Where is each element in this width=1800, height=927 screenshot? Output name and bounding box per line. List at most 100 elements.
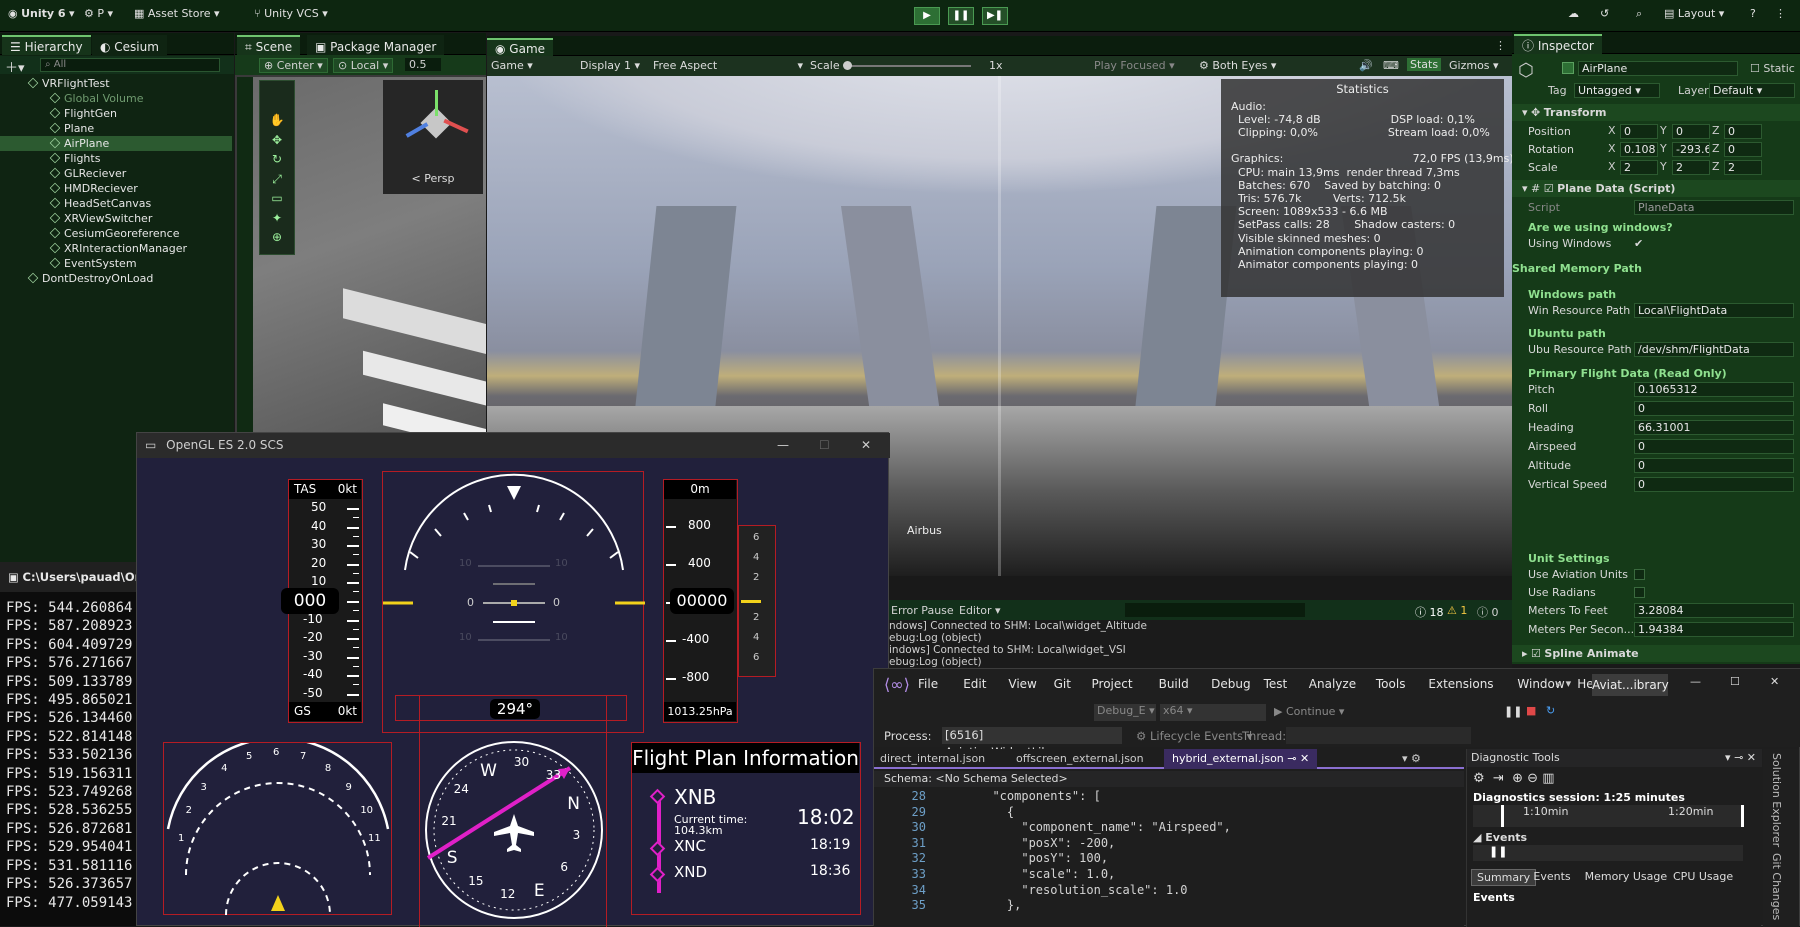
warn-count[interactable]: ⚠ 1 — [1447, 604, 1467, 617]
close-icon[interactable]: ✕ — [1770, 675, 1779, 688]
display-dropdown[interactable]: Display 1 ▾ — [580, 59, 640, 72]
pfd-field-value[interactable]: 0.1065312 — [1634, 382, 1794, 397]
hierarchy-item[interactable]: Global Volume — [0, 91, 232, 106]
hierarchy-item[interactable]: VRFlightTest — [0, 76, 232, 91]
close-icon[interactable]: ✕ — [861, 433, 871, 458]
mps-input[interactable]: 1.94384 — [1634, 622, 1794, 637]
hierarchy-item[interactable]: EventSystem — [0, 256, 232, 271]
hierarchy-search[interactable]: ⌕ All — [40, 58, 220, 72]
transform-header[interactable]: ▾ ✥ Transform — [1512, 104, 1800, 121]
process-dropdown[interactable]: [6516] AviationWidgetLibrary.exe ▾ — [942, 727, 1122, 759]
schema-selector[interactable]: Schema: <No Schema Selected> — [874, 771, 1464, 787]
m2ft-input[interactable]: 3.28084 — [1634, 603, 1794, 618]
aviation-units-checkbox[interactable] — [1634, 569, 1645, 580]
lifecycle-dropdown[interactable]: ⚙ Lifecycle Events ▾ — [1136, 729, 1252, 743]
scale-z-input[interactable]: 2 — [1724, 160, 1762, 175]
custom-tool-icon[interactable]: ⊕ — [264, 228, 290, 248]
pause-icon[interactable]: ❚❚ — [1489, 845, 1507, 858]
vcs-menu[interactable]: ⑂ Unity VCS ▾ — [254, 7, 328, 20]
ubu-resource-input[interactable]: /dev/shm/FlightData — [1634, 342, 1794, 357]
vs-menu-item[interactable]: Project — [1092, 677, 1133, 691]
transform-tool-icon[interactable]: ✦ — [264, 209, 290, 229]
eyes-dropdown[interactable]: ⚙ Both Eyes ▾ — [1199, 59, 1276, 72]
pfd-field-value[interactable]: 0 — [1634, 401, 1794, 416]
scale-slider-thumb[interactable] — [843, 61, 852, 70]
aspect-dropdown[interactable]: Free Aspect ▾ — [653, 59, 803, 72]
maximize-icon[interactable]: ☐ — [1730, 675, 1740, 688]
script-field[interactable]: PlaneData — [1634, 200, 1794, 215]
diag-tab[interactable]: Memory Usage — [1580, 869, 1673, 884]
vs-menu-item[interactable]: Git — [1054, 677, 1071, 691]
pfd-field-value[interactable]: 0 — [1634, 439, 1794, 454]
active-checkbox[interactable] — [1562, 62, 1574, 74]
static-toggle[interactable]: ☐ Static — [1750, 62, 1795, 75]
vs-menu-item[interactable]: View — [1008, 677, 1036, 691]
diag-tab[interactable]: Summary — [1471, 869, 1537, 886]
layer-dropdown[interactable]: Default ▾ — [1709, 83, 1795, 98]
error-count[interactable]: ⓘ 18 — [1415, 604, 1444, 620]
layout-menu[interactable]: ▤ Layout ▾ — [1664, 7, 1724, 20]
stats-button[interactable]: Stats — [1407, 58, 1442, 71]
continue-button[interactable]: ▶ Continue ▾ — [1274, 705, 1344, 718]
error-pause-toggle[interactable]: Error Pause — [891, 604, 954, 617]
projection-label[interactable]: < Persp — [383, 172, 483, 185]
git-changes-tab[interactable]: Git Changes — [1770, 853, 1783, 920]
platform-dropdown[interactable]: x64 ▾ — [1160, 704, 1266, 721]
tab-game[interactable]: ◉ Game — [487, 38, 554, 56]
play-button[interactable]: ▶ — [914, 7, 940, 25]
vs-menu-item[interactable]: Debug — [1211, 677, 1250, 691]
vs-menu-item[interactable]: Build — [1159, 677, 1189, 691]
help-icon[interactable]: ? — [1750, 7, 1756, 20]
settings-icon[interactable]: ⚙ — [1473, 771, 1485, 786]
hierarchy-item[interactable]: GLReciever — [0, 166, 232, 181]
hierarchy-item[interactable]: FlightGen — [0, 106, 232, 121]
info-count[interactable]: ⓘ 0 — [1477, 604, 1499, 620]
object-name-input[interactable]: AirPlane — [1578, 61, 1738, 76]
vs-menu-item[interactable]: Test — [1264, 677, 1288, 691]
menu-icon[interactable]: ⋮ — [1775, 7, 1786, 20]
scale-tool-icon[interactable]: ⤢ — [264, 170, 290, 190]
reset-zoom-icon[interactable]: ▥ — [1542, 771, 1554, 786]
cloud-icon[interactable]: ☁ — [1568, 7, 1579, 20]
solution-name[interactable]: Aviat...ibrary — [1592, 674, 1669, 696]
export-icon[interactable]: ⇥ — [1493, 771, 1504, 786]
diag-tab[interactable]: CPU Usage — [1668, 869, 1738, 884]
game-menu-icon[interactable]: ⋮ — [1495, 39, 1506, 52]
move-tool-icon[interactable]: ✥ — [264, 131, 290, 151]
scale-y-input[interactable]: 2 — [1672, 160, 1710, 175]
editor-dropdown[interactable]: Editor ▾ — [959, 604, 1001, 617]
spline-header[interactable]: ▸ ☑ Spline Animate — [1512, 645, 1800, 662]
pause-button[interactable]: ❚❚ — [948, 7, 974, 25]
tab-scene[interactable]: ⌗ Scene — [237, 35, 301, 55]
scale-x-input[interactable]: 2 — [1620, 160, 1658, 175]
pfd-field-value[interactable]: 66.31001 — [1634, 420, 1794, 435]
gizmos-dropdown[interactable]: Gizmos ▾ — [1449, 59, 1499, 72]
asset-store-menu[interactable]: ▦ Asset Store ▾ — [134, 7, 220, 20]
keyboard-icon[interactable]: ⌨ — [1383, 59, 1399, 72]
tag-dropdown[interactable]: Untagged ▾ — [1574, 83, 1660, 98]
hierarchy-item[interactable]: AirPlane — [0, 136, 232, 151]
hierarchy-item[interactable]: DontDestroyOnLoad — [0, 271, 232, 286]
pfd-field-value[interactable]: 0 — [1634, 477, 1794, 492]
hierarchy-item[interactable]: HeadSetCanvas — [0, 196, 232, 211]
audio-icon[interactable]: 🔊 — [1359, 59, 1373, 72]
vs-menu-item[interactable]: Analyze — [1309, 677, 1356, 691]
tab-overflow-icon[interactable]: ▾ ⚙ — [1402, 752, 1421, 765]
stop-icon[interactable]: ■ — [1526, 704, 1536, 717]
hierarchy-item[interactable]: CesiumGeoreference — [0, 226, 232, 241]
position-y-input[interactable]: 0 — [1672, 124, 1710, 139]
rotate-tool-icon[interactable]: ↻ — [264, 150, 290, 170]
step-button[interactable]: ▶❚ — [982, 7, 1008, 25]
pause-icon[interactable]: ❚❚ — [1504, 705, 1522, 718]
tab-offscreen-external[interactable]: offscreen_external.json — [1016, 752, 1144, 765]
vs-menu-item[interactable]: Edit — [963, 677, 986, 691]
zoom-out-icon[interactable]: ⊖ — [1527, 771, 1538, 786]
tab-inspector[interactable]: ⓘ Inspector — [1514, 34, 1602, 54]
vs-menu-item[interactable]: File — [918, 677, 938, 691]
search-icon[interactable]: ⌕ — [1636, 7, 1642, 21]
win-resource-input[interactable]: Local\FlightData — [1634, 303, 1794, 318]
hierarchy-item[interactable]: XRViewSwitcher — [0, 211, 232, 226]
tab-direct-internal[interactable]: direct_internal.json — [880, 752, 985, 765]
minimize-icon[interactable]: — — [1690, 675, 1701, 688]
rect-tool-icon[interactable]: ▭ — [264, 189, 290, 209]
